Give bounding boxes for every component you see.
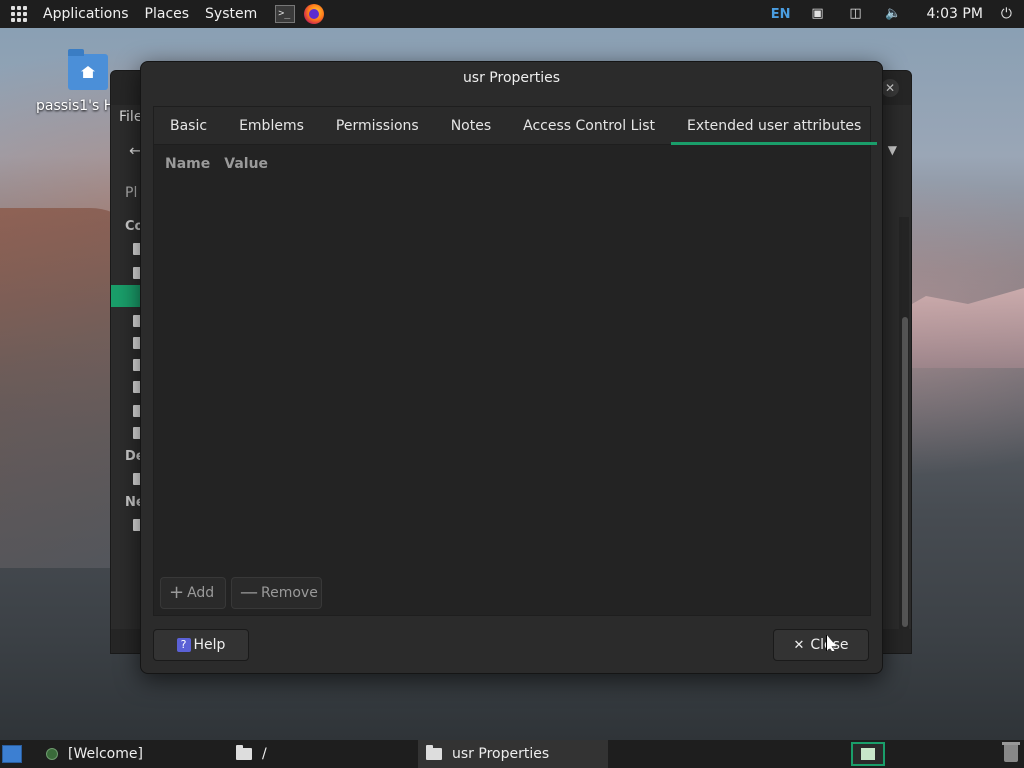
tab-access-control-list[interactable]: Access Control List (507, 107, 671, 144)
properties-notebook: Basic Emblems Permissions Notes Access C… (153, 106, 878, 616)
add-attribute-button[interactable]: + Add (160, 577, 226, 609)
add-label: Add (187, 585, 215, 601)
firefox-launcher-icon[interactable] (304, 4, 325, 24)
system-tray: EN ▣ ◫ 🔈 4:03 PM ⏻ (771, 0, 1024, 28)
help-label: Help (193, 637, 226, 653)
clock[interactable]: 4:03 PM (927, 6, 983, 22)
remove-label: Remove (261, 585, 318, 601)
close-icon: ✕ (793, 637, 805, 653)
menu-system[interactable]: System (197, 0, 265, 28)
keyboard-layout-indicator[interactable]: EN (771, 7, 791, 22)
attributes-list[interactable]: Name Value + Add — Remove (154, 146, 870, 615)
help-button[interactable]: ? Help (153, 629, 249, 661)
chevron-down-icon[interactable]: ▼ (888, 143, 897, 157)
task-welcome[interactable]: [Welcome] (38, 740, 228, 768)
task-welcome-label: [Welcome] (68, 746, 143, 762)
home-folder-icon (68, 49, 108, 90)
file-manager-places-label: Pl (125, 185, 138, 201)
attributes-column-headers: Name Value (154, 146, 870, 182)
plus-icon: + (169, 582, 185, 603)
close-button[interactable]: ✕ Close (773, 629, 869, 661)
app-grid-icon[interactable] (11, 6, 27, 22)
minus-icon: — (240, 582, 258, 603)
volume-icon[interactable]: 🔈 (885, 5, 903, 23)
column-header-value[interactable]: Value (224, 156, 268, 172)
trash-icon[interactable] (1002, 742, 1020, 762)
task-root-folder-label: / (262, 746, 267, 762)
power-icon[interactable]: ⏻ (1001, 6, 1012, 22)
notification-icon[interactable]: ▣ (809, 5, 827, 23)
workspace-switcher[interactable] (851, 742, 885, 766)
tab-extended-user-attributes[interactable]: Extended user attributes (671, 107, 878, 145)
help-icon: ? (176, 638, 191, 652)
terminal-launcher-icon[interactable]: >_ (275, 5, 296, 23)
network-icon[interactable]: ◫ (847, 5, 865, 23)
file-manager-menu-file[interactable]: File (119, 109, 142, 125)
sidebar-active-item[interactable] (111, 285, 141, 307)
dialog-title[interactable]: usr Properties (141, 62, 882, 94)
tab-notes[interactable]: Notes (435, 107, 507, 144)
tab-permissions[interactable]: Permissions (320, 107, 435, 144)
menu-applications[interactable]: Applications (35, 0, 137, 28)
tab-emblems[interactable]: Emblems (223, 107, 320, 144)
file-manager-close-icon[interactable]: ✕ (881, 79, 899, 97)
remove-attribute-button[interactable]: — Remove (231, 577, 322, 609)
bottom-taskbar: [Welcome] / usr Properties (0, 740, 1024, 768)
top-panel: Applications Places System >_ EN ▣ ◫ 🔈 4… (0, 0, 1024, 28)
task-usr-properties-label: usr Properties (452, 746, 550, 762)
menu-places[interactable]: Places (137, 0, 198, 28)
tab-bar: Basic Emblems Permissions Notes Access C… (154, 107, 878, 145)
folder-icon (236, 745, 252, 760)
show-desktop-button[interactable] (2, 745, 22, 763)
properties-dialog: usr Properties Basic Emblems Permissions… (140, 61, 883, 674)
folder-icon (426, 745, 442, 760)
column-header-name[interactable]: Name (165, 156, 210, 172)
task-root-folder[interactable]: / (228, 740, 418, 768)
welcome-app-icon (46, 748, 58, 760)
task-usr-properties[interactable]: usr Properties (418, 740, 608, 768)
tab-basic[interactable]: Basic (154, 107, 223, 144)
file-manager-scroll-thumb[interactable] (902, 317, 908, 627)
